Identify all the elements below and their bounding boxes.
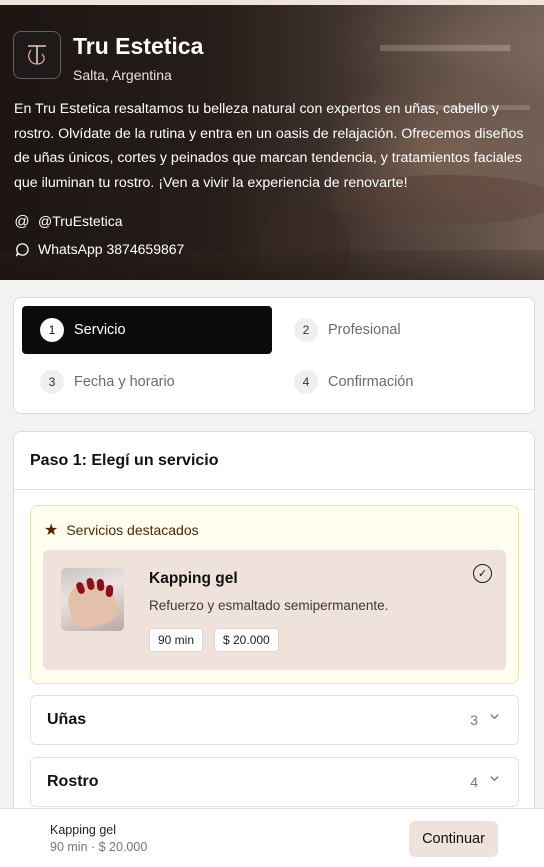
- brand-description: En Tru Estetica resaltamos tu belleza na…: [14, 101, 524, 191]
- summary-meta: 90 min · $ 20.000: [50, 840, 148, 854]
- price-chip: $ 20.000: [214, 628, 279, 652]
- brand-location: Salta, Argentina: [73, 67, 172, 83]
- booking-summary-bar: Kapping gel 90 min · $ 20.000 Continuar: [0, 808, 544, 867]
- step-label: Servicio: [74, 322, 126, 338]
- featured-heading: ★ Servicios destacados: [44, 520, 199, 540]
- service-thumbnail: [61, 568, 124, 631]
- step-confirmacion[interactable]: 4 Confirmación: [276, 358, 526, 406]
- category-unas[interactable]: Uñas 3: [30, 695, 519, 745]
- step-number: 2: [294, 318, 318, 342]
- instagram-link[interactable]: @ @TruEstetica: [14, 212, 123, 230]
- featured-services: ★ Servicios destacados Kapping gel Refue…: [30, 505, 519, 684]
- category-count: 4: [470, 774, 478, 790]
- category-name: Uñas: [47, 711, 87, 728]
- logo-mark-icon: [28, 45, 46, 65]
- tru-estetica-logo: [13, 31, 61, 79]
- step-number: 4: [294, 370, 318, 394]
- card-divider: [14, 489, 534, 490]
- step-servicio[interactable]: 1 Servicio: [22, 306, 272, 354]
- instagram-handle: @TruEstetica: [38, 213, 123, 229]
- booking-stepper: 1 Servicio 2 Profesional 3 Fecha y horar…: [13, 297, 535, 414]
- step-number: 3: [40, 370, 64, 394]
- summary-service-name: Kapping gel: [50, 823, 117, 837]
- salon-hero: Tru Estetica Salta, Argentina En Tru Est…: [0, 5, 544, 280]
- at-icon: @: [14, 212, 30, 230]
- category-count: 3: [470, 712, 478, 728]
- featured-heading-label: Servicios destacados: [66, 522, 199, 538]
- category-rostro[interactable]: Rostro 4: [30, 757, 519, 807]
- step-label: Profesional: [328, 322, 401, 338]
- whatsapp-link[interactable]: WhatsApp 3874659867: [14, 241, 184, 257]
- whatsapp-number: WhatsApp 3874659867: [38, 241, 185, 257]
- chevron-down-icon: [489, 772, 500, 787]
- thumbnail-nail: [85, 577, 96, 591]
- chevron-down-icon: [489, 710, 500, 725]
- brand-name: Tru Estetica: [73, 33, 204, 59]
- service-selection-card: Paso 1: Elegí un servicio ★ Servicios de…: [13, 431, 535, 867]
- duration-chip: 90 min: [149, 628, 204, 652]
- category-name: Rostro: [47, 773, 99, 790]
- check-circle-icon: ✓: [473, 564, 492, 583]
- service-description: Refuerzo y esmaltado semipermanente.: [149, 598, 389, 613]
- star-icon: ★: [44, 522, 59, 539]
- step-label: Confirmación: [328, 374, 414, 390]
- chat-bubble-icon: [14, 241, 30, 257]
- continue-button[interactable]: Continuar: [409, 821, 498, 857]
- step-number: 1: [40, 318, 64, 342]
- step-label: Fecha y horario: [74, 374, 175, 390]
- step-profesional[interactable]: 2 Profesional: [276, 306, 526, 354]
- thumbnail-nail: [96, 578, 105, 592]
- service-card-kapping-gel[interactable]: Kapping gel Refuerzo y esmaltado semiper…: [43, 550, 506, 670]
- service-name: Kapping gel: [149, 570, 238, 587]
- step-fecha-horario[interactable]: 3 Fecha y horario: [22, 358, 272, 406]
- card-title: Paso 1: Elegí un servicio: [30, 452, 219, 469]
